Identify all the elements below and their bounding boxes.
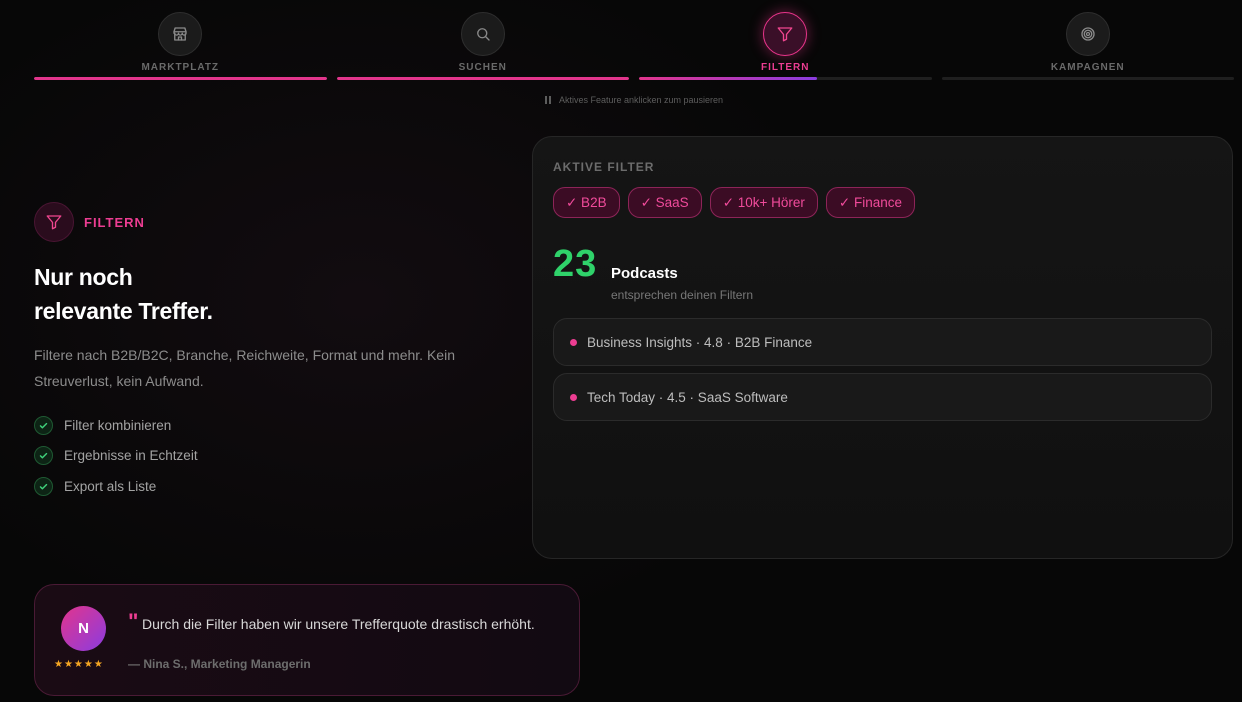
testimonial-card: N ★★★★★ " Durch die Filter haben wir uns… [34,584,580,696]
tab-progress-track [639,77,932,80]
filter-chips: ✓ B2B ✓ SaaS ✓ 10k+ Hörer ✓ Finance [553,187,916,218]
bullet-icon [570,393,577,401]
tab-progress-fill [34,77,327,80]
tab-label: FILTERN [761,62,810,73]
avatar: N [61,606,106,651]
filter-icon [763,12,808,56]
pause-hint: Aktives Feature anklicken zum pausieren [0,95,1242,105]
tab-kampagnen[interactable]: KAMPAGNEN [941,12,1234,82]
result-text: Business Insights · 4.8 · B2B Finance [587,334,813,350]
feature-checklist: Filter kombinieren Ergebnisse in Echtzei… [34,410,198,502]
headline-line-2: relevante Treffer. [34,298,213,324]
filter-chip-b2b[interactable]: ✓ B2B [553,187,620,218]
filter-demo-panel: AKTIVE FILTER ✓ B2B ✓ SaaS ✓ 10k+ Hörer … [532,136,1233,559]
check-icon [34,476,53,496]
search-icon [460,12,505,56]
tab-progress-track [941,77,1234,80]
tab-label: SUCHEN [458,62,507,73]
check-icon [34,415,53,435]
check-item: Ergebnisse in Echtzeit [34,441,198,472]
check-label: Export als Liste [64,478,157,494]
headline-line-1: Nur noch [34,264,133,290]
result-item[interactable]: Tech Today · 4.5 · SaaS Software [553,373,1212,421]
filter-chip-saas[interactable]: ✓ SaaS [627,187,702,218]
check-icon [34,446,53,466]
tab-progress-track [34,77,327,80]
feature-name: FILTERN [84,214,145,230]
check-item: Filter kombinieren [34,410,198,441]
result-item[interactable]: Business Insights · 4.8 · B2B Finance [553,318,1212,366]
tab-label: MARKTPLATZ [141,62,220,73]
result-count-subtitle: entsprechen deinen Filtern [611,288,754,302]
testimonial-author: — Nina S., Marketing Managerin [128,657,311,671]
tab-progress-fill [336,77,629,80]
filter-chip-finance[interactable]: ✓ Finance [825,187,916,218]
tab-label: KAMPAGNEN [1050,62,1125,73]
result-count: 23 [553,243,598,285]
tab-progress-track [336,77,629,80]
tab-suchen[interactable]: SUCHEN [336,12,629,82]
store-icon [158,12,203,56]
pause-icon [544,96,551,104]
panel-title: AKTIVE FILTER [553,160,655,174]
bullet-icon [570,338,577,346]
filter-icon [34,202,74,242]
check-label: Filter kombinieren [64,417,172,433]
hint-text: Aktives Feature anklicken zum pausieren [558,95,724,105]
result-text: Tech Today · 4.5 · SaaS Software [587,389,788,405]
tab-marktplatz[interactable]: MARKTPLATZ [34,12,327,82]
quote-mark-icon: " [128,609,139,634]
target-icon [1065,12,1110,56]
feature-tabs: MARKTPLATZ SUCHEN FILTERN KAMPAGNEN [34,12,1234,82]
check-label: Ergebnisse in Echtzeit [64,448,198,464]
testimonial-quote: Durch die Filter haben wir unsere Treffe… [142,616,535,632]
filter-chip-hoerer[interactable]: ✓ 10k+ Hörer [709,187,818,218]
feature-description: Filtere nach B2B/B2C, Branche, Reichweit… [34,347,455,389]
tab-filtern[interactable]: FILTERN [639,12,932,82]
star-rating: ★★★★★ [54,659,104,670]
result-count-label: Podcasts [611,265,678,282]
tab-progress-fill [639,77,818,80]
feature-header: FILTERN [34,202,145,242]
check-item: Export als Liste [34,471,198,502]
headline: Nur noch relevante Treffer. [34,260,213,328]
